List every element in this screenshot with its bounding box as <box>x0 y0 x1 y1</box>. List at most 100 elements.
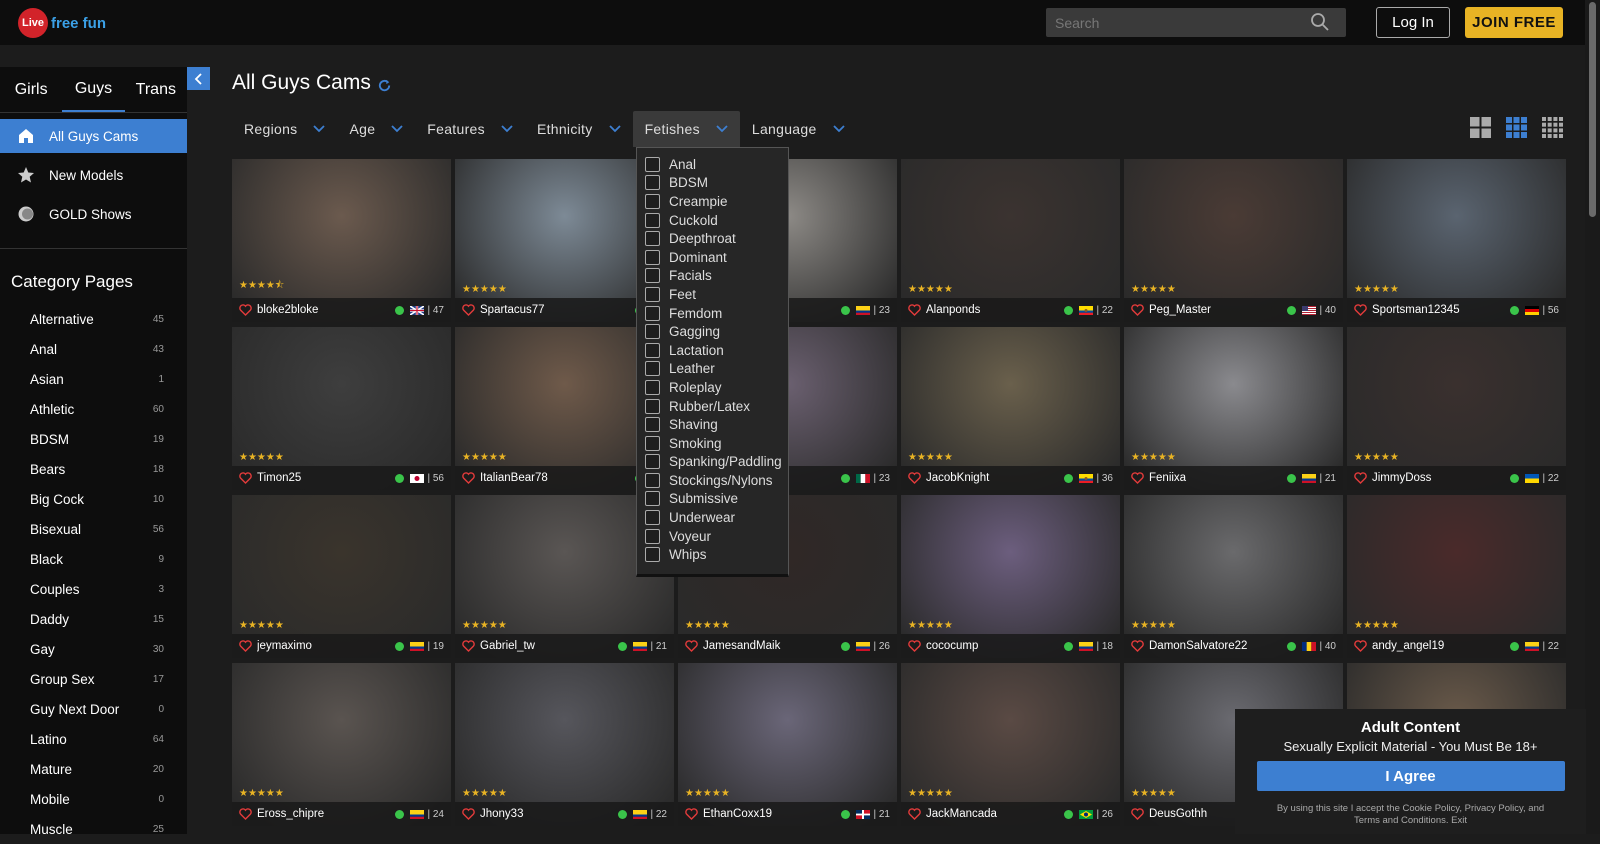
cam-card[interactable]: ★★★★★ Eross_chipre | 24 <box>232 663 451 826</box>
category-item[interactable]: Anal 43 <box>0 334 187 364</box>
sidebar-item-new-models[interactable]: New Models <box>0 158 187 192</box>
fetish-option[interactable]: Gagging <box>637 322 788 341</box>
fetish-option[interactable]: Roleplay <box>637 378 788 397</box>
checkbox[interactable] <box>645 305 660 321</box>
model-name[interactable]: JimmyDoss <box>1372 472 1510 484</box>
cam-card[interactable]: ★★★★★ EthanCoxx19 | 21 <box>678 663 897 826</box>
model-name[interactable]: Gabriel_tw <box>480 640 618 652</box>
checkbox[interactable] <box>645 454 660 470</box>
heart-icon[interactable] <box>908 304 921 316</box>
model-name[interactable]: jeymaximo <box>257 640 395 652</box>
cam-card[interactable]: ★★★★★ DamonSalvatore22 | 40 <box>1124 495 1343 658</box>
filter-regions[interactable]: Regions <box>232 111 337 147</box>
category-item[interactable]: Gay 30 <box>0 634 187 664</box>
scroll-thumb[interactable] <box>1589 2 1596 217</box>
filter-ethnicity[interactable]: Ethnicity <box>525 111 633 147</box>
i-agree-button[interactable]: I Agree <box>1256 761 1565 791</box>
heart-icon[interactable] <box>1354 472 1367 484</box>
model-name[interactable]: Peg_Master <box>1149 304 1287 316</box>
checkbox[interactable] <box>645 472 660 488</box>
cam-card[interactable]: ★★★★★ JimmyDoss | 22 <box>1347 327 1566 490</box>
category-item[interactable]: Black 9 <box>0 544 187 574</box>
checkbox[interactable] <box>645 286 660 302</box>
category-item[interactable]: Bears 18 <box>0 454 187 484</box>
model-name[interactable]: Alanponds <box>926 304 1064 316</box>
category-item[interactable]: Muscle 25 <box>0 814 187 844</box>
sidebar-item-all-guys-cams[interactable]: All Guys Cams <box>0 119 187 153</box>
fetish-option[interactable]: Leather <box>637 360 788 379</box>
category-item[interactable]: Asian 1 <box>0 364 187 394</box>
checkbox[interactable] <box>645 175 660 191</box>
fetish-option[interactable]: Femdom <box>637 304 788 323</box>
category-item[interactable]: Bisexual 56 <box>0 514 187 544</box>
heart-icon[interactable] <box>908 808 921 820</box>
heart-icon[interactable] <box>908 472 921 484</box>
model-name[interactable]: Eross_chipre <box>257 808 395 820</box>
fetish-option[interactable]: Rubber/Latex <box>637 397 788 416</box>
heart-icon[interactable] <box>462 472 475 484</box>
heart-icon[interactable] <box>239 808 252 820</box>
fetish-option[interactable]: Spanking/Paddling <box>637 453 788 472</box>
fetish-option[interactable]: Smoking <box>637 434 788 453</box>
heart-icon[interactable] <box>239 640 252 652</box>
join-free-button[interactable]: JOIN FREE <box>1465 7 1563 38</box>
fetish-option[interactable]: Underwear <box>637 508 788 527</box>
model-name[interactable]: Feniixa <box>1149 472 1287 484</box>
login-button[interactable]: Log In <box>1376 7 1450 38</box>
fetish-option[interactable]: Stockings/Nylons <box>637 471 788 490</box>
medium-grid-icon[interactable] <box>1506 117 1527 138</box>
checkbox[interactable] <box>645 547 660 563</box>
fetish-option[interactable]: Dominant <box>637 248 788 267</box>
category-item[interactable]: Mature 20 <box>0 754 187 784</box>
model-name[interactable]: JamesandMaik <box>703 640 841 652</box>
heart-icon[interactable] <box>1131 304 1144 316</box>
cam-card[interactable]: ★★★★★ Sportsman12345 | 56 <box>1347 159 1566 322</box>
model-name[interactable]: EthanCoxx19 <box>703 808 841 820</box>
model-name[interactable]: bloke2bloke <box>257 304 395 316</box>
collapse-sidebar-button[interactable] <box>187 67 210 90</box>
cam-card[interactable]: ★★★★★ cococump | 18 <box>901 495 1120 658</box>
checkbox[interactable] <box>645 212 660 228</box>
filter-age[interactable]: Age <box>337 111 415 147</box>
heart-icon[interactable] <box>462 304 475 316</box>
cam-card[interactable]: ★★★★⯪ bloke2bloke | 47 <box>232 159 451 322</box>
refresh-icon[interactable] <box>377 78 392 93</box>
model-name[interactable]: andy_angel19 <box>1372 640 1510 652</box>
heart-icon[interactable] <box>462 640 475 652</box>
heart-icon[interactable] <box>239 304 252 316</box>
category-item[interactable]: Guy Next Door 0 <box>0 694 187 724</box>
cam-card[interactable]: ★★★★★ Feniixa | 21 <box>1124 327 1343 490</box>
cam-card[interactable]: ★★★★★ Jhony33 | 22 <box>455 663 674 826</box>
checkbox[interactable] <box>645 231 660 247</box>
heart-icon[interactable] <box>1354 640 1367 652</box>
model-name[interactable]: cococump <box>926 640 1064 652</box>
heart-icon[interactable] <box>1131 472 1144 484</box>
fetish-option[interactable]: Deepthroat <box>637 229 788 248</box>
fetish-option[interactable]: Facials <box>637 267 788 286</box>
category-item[interactable]: Group Sex 17 <box>0 664 187 694</box>
search-input[interactable] <box>1046 8 1346 37</box>
category-item[interactable]: Daddy 15 <box>0 604 187 634</box>
category-item[interactable]: BDSM 19 <box>0 424 187 454</box>
heart-icon[interactable] <box>239 472 252 484</box>
model-name[interactable]: Spartacus77 <box>480 304 635 316</box>
heart-icon[interactable] <box>685 808 698 820</box>
checkbox[interactable] <box>645 361 660 377</box>
checkbox[interactable] <box>645 491 660 507</box>
fetish-option[interactable]: Creampie <box>637 192 788 211</box>
fetish-option[interactable]: BDSM <box>637 174 788 193</box>
model-name[interactable]: ItalianBear78 <box>480 472 635 484</box>
checkbox[interactable] <box>645 193 660 209</box>
checkbox[interactable] <box>645 435 660 451</box>
heart-icon[interactable] <box>462 808 475 820</box>
fetish-option[interactable]: Lactation <box>637 341 788 360</box>
heart-icon[interactable] <box>1131 808 1144 820</box>
tab-girls[interactable]: Girls <box>0 67 62 112</box>
filter-fetishes[interactable]: Fetishes <box>632 111 740 147</box>
cam-card[interactable]: ★★★★★ andy_angel19 | 22 <box>1347 495 1566 658</box>
model-name[interactable]: Jhony33 <box>480 808 618 820</box>
heart-icon[interactable] <box>908 640 921 652</box>
cam-card[interactable]: ★★★★★ Alanponds | 22 <box>901 159 1120 322</box>
fetish-option[interactable]: Submissive <box>637 490 788 509</box>
large-grid-icon[interactable] <box>1470 117 1491 138</box>
